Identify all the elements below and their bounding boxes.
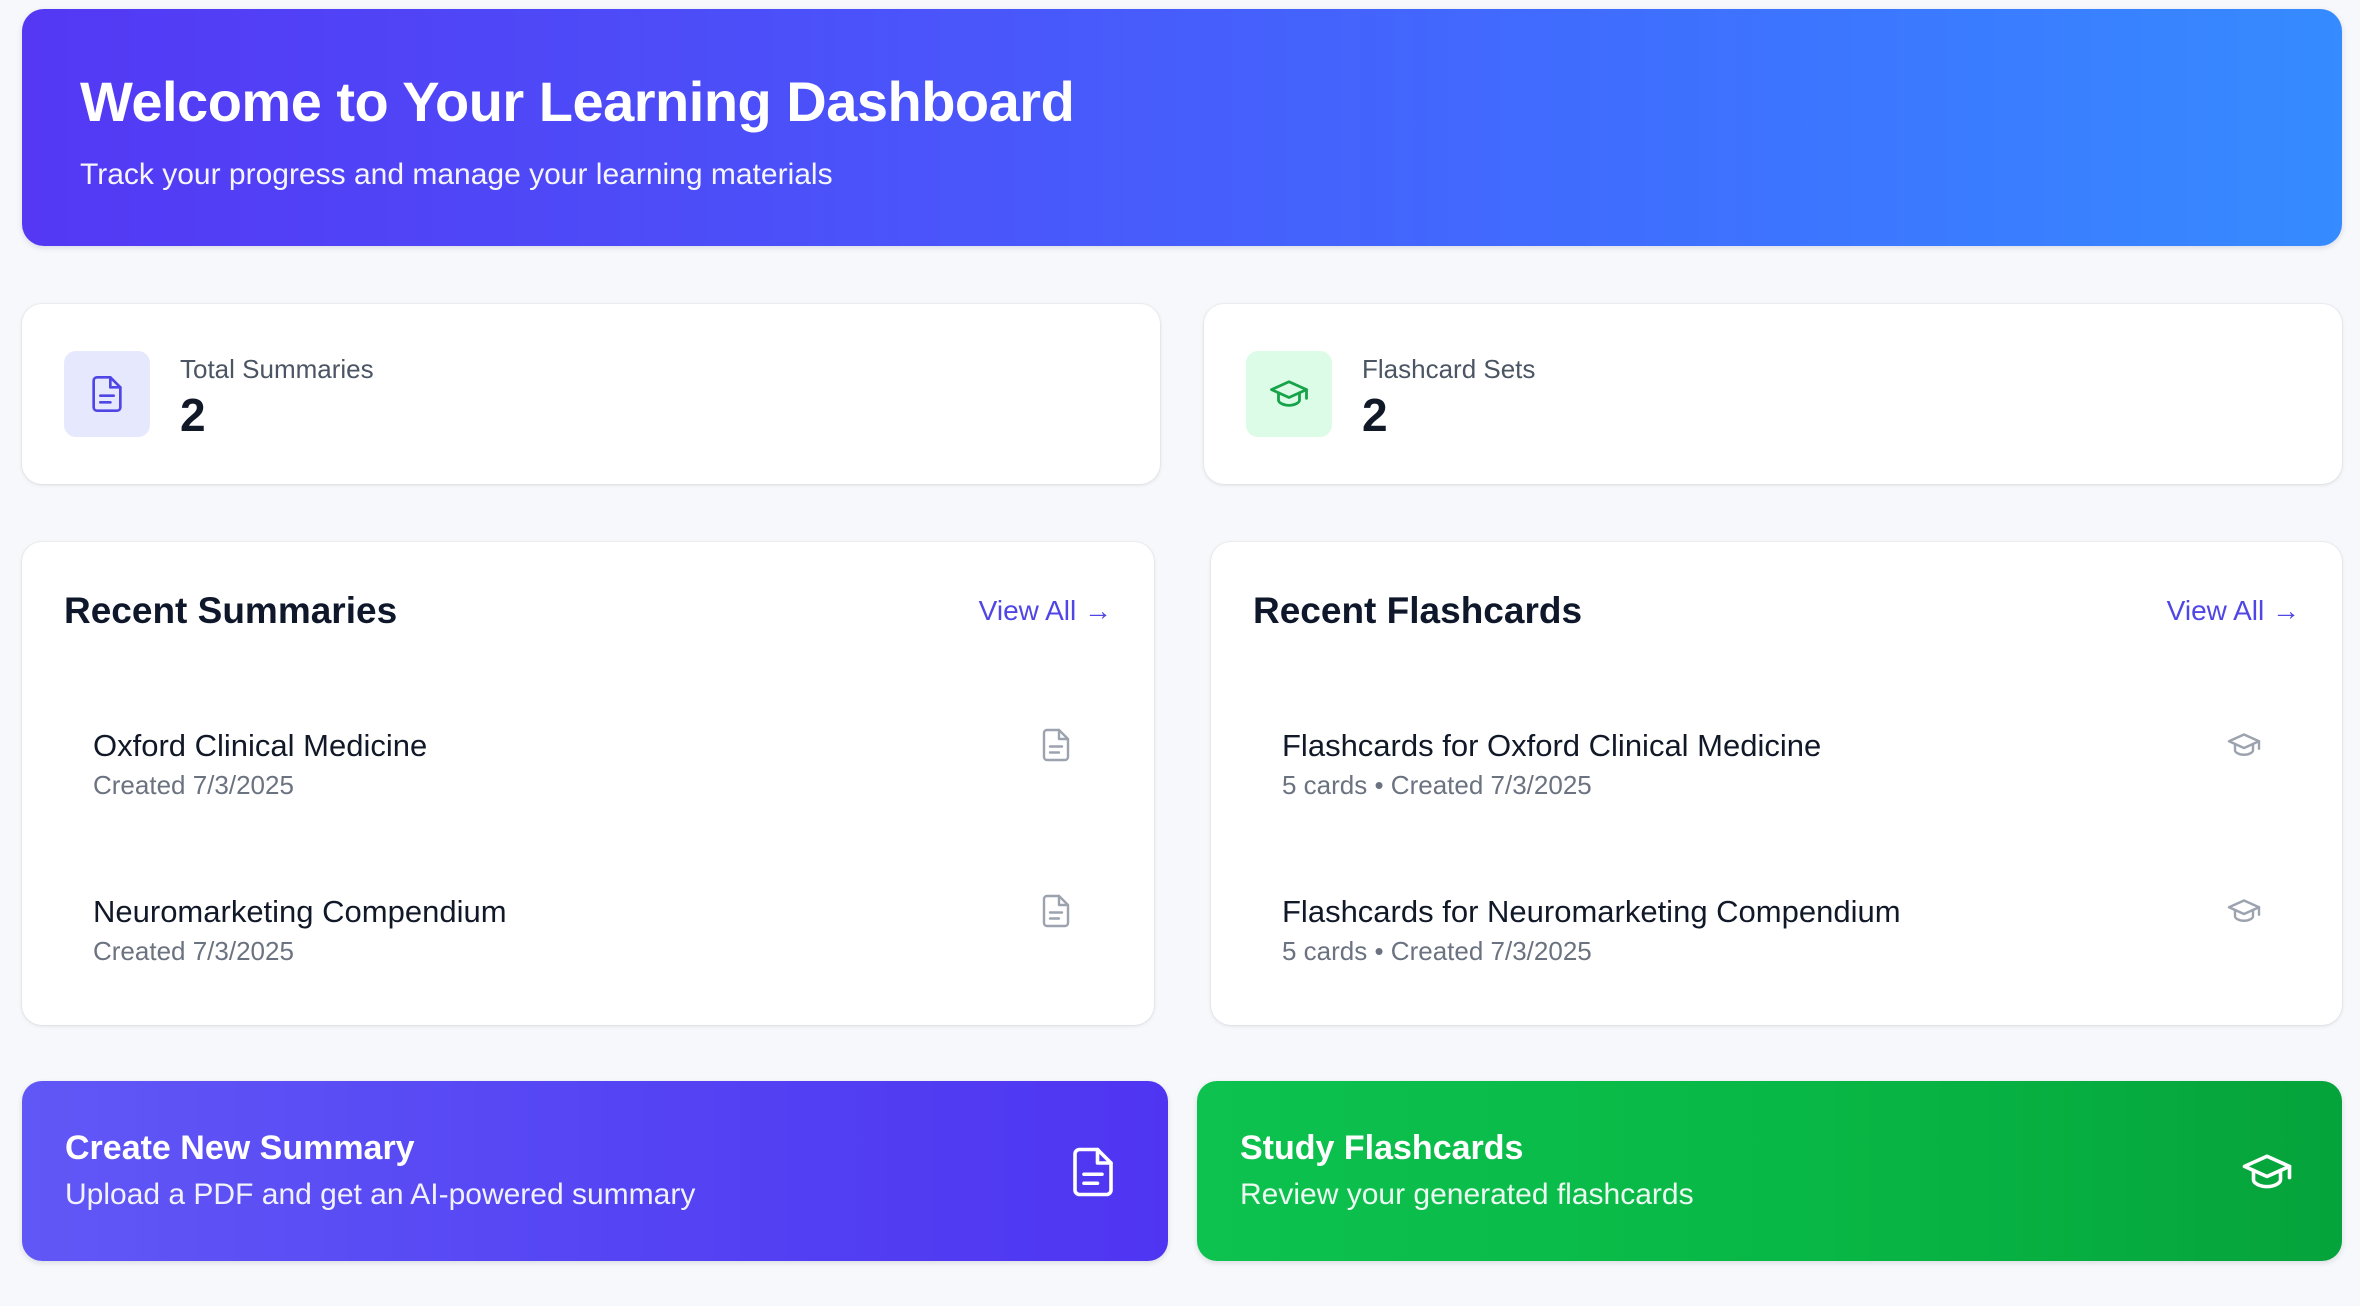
page-title: Welcome to Your Learning Dashboard <box>80 70 1075 133</box>
view-all-flashcards-link[interactable]: View All → <box>2167 595 2300 627</box>
graduation-cap-icon <box>2227 733 2261 756</box>
welcome-banner: Welcome to Your Learning Dashboard Track… <box>22 9 2342 246</box>
stat-value: 2 <box>1362 389 1388 441</box>
stat-value: 2 <box>180 389 206 441</box>
summary-title: Neuromarketing Compendium <box>93 894 507 929</box>
study-flashcards-button[interactable]: Study Flashcards Review your generated f… <box>1197 1081 2342 1261</box>
summary-list-item[interactable]: Oxford Clinical Medicine Created 7/3/202… <box>64 704 1112 824</box>
action-title: Study Flashcards <box>1240 1129 1524 1167</box>
flashcard-set-meta: 5 cards • Created 7/3/2025 <box>1282 936 1592 966</box>
action-subtitle: Upload a PDF and get an AI-powered summa… <box>65 1178 696 1211</box>
action-title: Create New Summary <box>65 1129 415 1167</box>
document-icon <box>1042 728 1070 762</box>
summary-meta: Created 7/3/2025 <box>93 770 294 800</box>
page-subtitle: Track your progress and manage your lear… <box>80 158 833 191</box>
graduation-cap-icon <box>2242 1154 2292 1189</box>
panel-title: Recent Flashcards <box>1253 590 1583 631</box>
graduation-cap-icon <box>2227 899 2261 922</box>
stat-icon-box <box>1246 351 1332 437</box>
flashcard-set-title: Flashcards for Oxford Clinical Medicine <box>1282 728 1822 763</box>
panel-title: Recent Summaries <box>64 590 398 631</box>
view-all-summaries-link[interactable]: View All → <box>979 595 1112 627</box>
flashcard-list-item[interactable]: Flashcards for Oxford Clinical Medicine … <box>1253 704 2300 824</box>
summary-list-item[interactable]: Neuromarketing Compendium Created 7/3/20… <box>64 870 1112 990</box>
create-new-summary-button[interactable]: Create New Summary Upload a PDF and get … <box>22 1081 1168 1261</box>
stat-card-summaries: Total Summaries 2 <box>22 304 1160 484</box>
stat-icon-box <box>64 351 150 437</box>
flashcard-list-item[interactable]: Flashcards for Neuromarketing Compendium… <box>1253 870 2300 990</box>
flashcard-set-title: Flashcards for Neuromarketing Compendium <box>1282 894 1901 929</box>
graduation-cap-icon <box>1270 380 1308 407</box>
document-icon <box>1042 894 1070 928</box>
summary-title: Oxford Clinical Medicine <box>93 728 428 763</box>
flashcard-set-meta: 5 cards • Created 7/3/2025 <box>1282 770 1592 800</box>
document-icon <box>1073 1147 1113 1197</box>
stat-label: Total Summaries <box>180 354 374 384</box>
recent-flashcards-panel: Recent Flashcards View All → Flashcards … <box>1211 542 2342 1025</box>
recent-summaries-panel: Recent Summaries View All → Oxford Clini… <box>22 542 1154 1025</box>
action-subtitle: Review your generated flashcards <box>1240 1178 1694 1211</box>
summary-meta: Created 7/3/2025 <box>93 936 294 966</box>
stat-card-flashcard-sets: Flashcard Sets 2 <box>1204 304 2342 484</box>
stat-label: Flashcard Sets <box>1362 354 1536 384</box>
document-icon <box>92 376 122 412</box>
